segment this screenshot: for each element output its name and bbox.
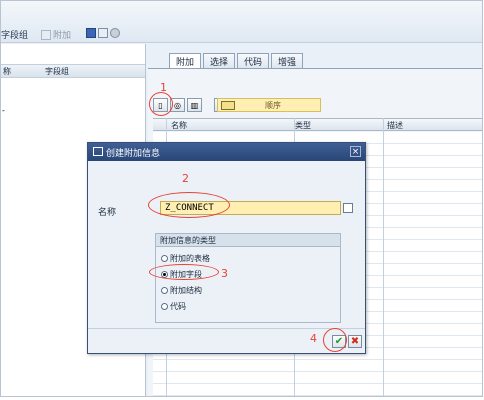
tab-enhance[interactable]: 增强 (271, 53, 304, 68)
radio-icon (161, 255, 168, 262)
sequence-label: 顺序 (265, 101, 281, 110)
type-group-title: 附加信息的类型 (160, 236, 216, 245)
sap-window: 字段组 附加 称 字段组 - 附加 选择 代码 增强 ▯ ◎ ▥ ▤ 顺 (0, 0, 483, 397)
application-toolbar: 字段组 附加 (1, 1, 482, 43)
table-view-icon[interactable] (86, 28, 96, 38)
close-icon[interactable]: × (350, 146, 361, 157)
find-icon: ◎ (174, 100, 181, 110)
sequence-button[interactable]: 顺序 (217, 98, 321, 112)
radio-icon (161, 303, 168, 310)
sequence-icon (221, 101, 235, 110)
tab-code[interactable]: 代码 (237, 53, 270, 68)
toolbar-append-button: 附加 (41, 28, 71, 41)
tab-select[interactable]: 选择 (203, 53, 236, 68)
radio-append-table[interactable]: 附加的表格 (161, 253, 210, 264)
grid-col-desc: 描述 (387, 121, 403, 130)
tab-append[interactable]: 附加 (169, 53, 202, 68)
left-col-name: 称 (3, 67, 11, 76)
dialog-window-icon (93, 147, 103, 156)
tab-strip: 附加 选择 代码 增强 (169, 53, 305, 68)
grid-col-type: 类型 (295, 121, 311, 130)
field-group-label: 字段组 (1, 31, 29, 41)
append-icon (41, 29, 51, 40)
toolbar-icon-group[interactable] (86, 28, 120, 38)
type-group-header: 附加信息的类型 (156, 234, 340, 247)
dialog-separator (88, 328, 365, 329)
dialog-title-bar: 创建附加信息 × (88, 143, 365, 161)
settings-icon[interactable] (110, 28, 120, 38)
left-row[interactable]: - (2, 106, 5, 115)
dialog-title: 创建附加信息 (106, 149, 161, 159)
create-append-dialog: 创建附加信息 × 名称 Z_CONNECT 附加信息的类型 附加的表格 附加字段… (87, 142, 366, 354)
annotation-ellipse (149, 92, 173, 116)
left-col-field-group: 字段组 (45, 67, 69, 76)
left-panel-header: 称 字段组 (1, 64, 145, 78)
radio-icon (161, 287, 168, 294)
toolbar-field-group[interactable]: 字段组 (1, 28, 28, 41)
annotation-ellipse (149, 264, 219, 280)
delete-icon: ▥ (190, 100, 199, 110)
grid-divider (383, 118, 384, 396)
display-icon[interactable] (98, 28, 108, 38)
radio-code[interactable]: 代码 (161, 301, 186, 312)
annotation-number: 4 (310, 332, 317, 345)
annotation-number: 3 (221, 267, 228, 280)
annotation-ellipse (148, 192, 230, 218)
radio-append-structure[interactable]: 附加结构 (161, 285, 202, 296)
f4-help-icon[interactable] (343, 203, 353, 213)
radio-label: 代码 (170, 302, 186, 311)
annotation-number: 2 (182, 172, 189, 185)
annotation-ellipse (323, 328, 347, 352)
radio-label: 附加结构 (170, 286, 202, 295)
radio-label: 附加的表格 (170, 254, 210, 263)
delete-button[interactable]: ▥ (187, 98, 202, 112)
name-label: 名称 (98, 208, 117, 218)
append-label: 附加 (53, 31, 72, 41)
grid-header: 名称 类型 描述 (153, 118, 482, 131)
cancel-button[interactable]: ✖ (348, 335, 362, 348)
grid-col-name: 名称 (171, 121, 187, 130)
